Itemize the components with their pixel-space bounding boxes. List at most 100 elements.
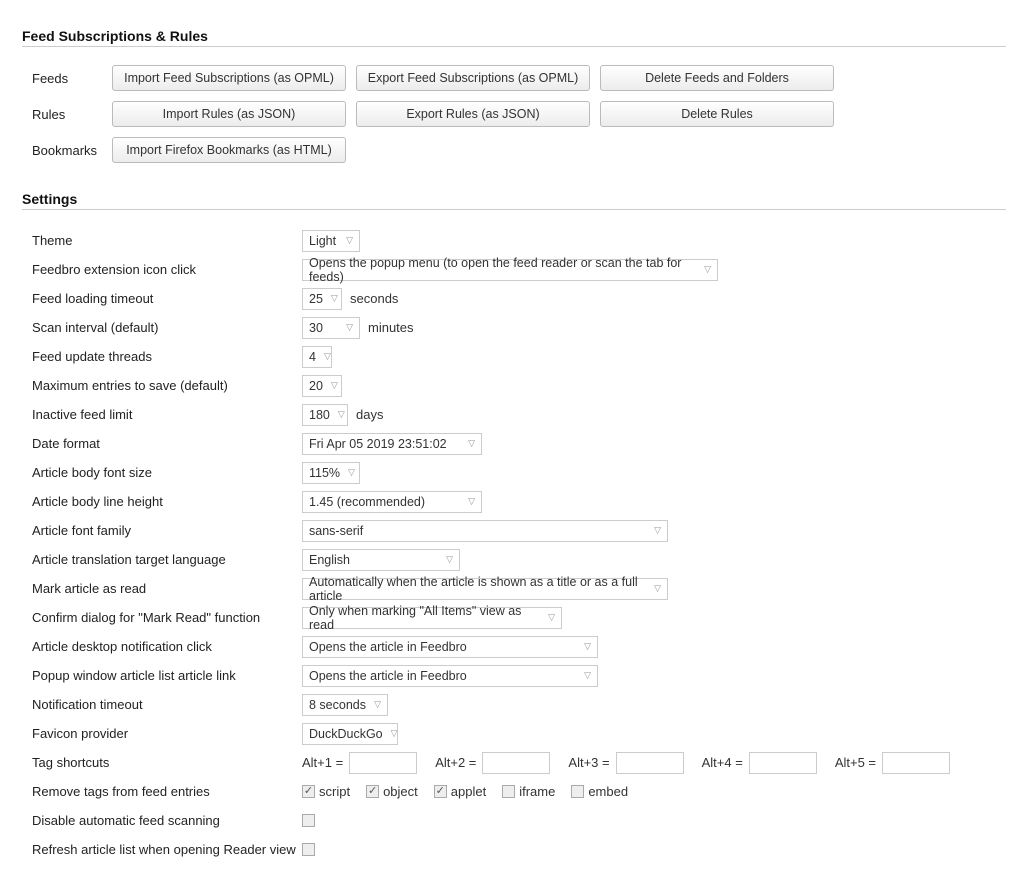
remove-tag-embed-checkbox[interactable] [571,785,584,798]
remove-tags-container: script object applet iframe embed [302,784,636,799]
tag-shortcut-input-4[interactable] [749,752,817,774]
chevron-down-icon: ▽ [331,294,338,303]
remove-tag-applet-checkbox[interactable] [434,785,447,798]
chevron-down-icon: ▽ [391,729,398,738]
font-family-select[interactable]: sans-serif▽ [302,520,668,542]
remove-tag-iframe-label: iframe [519,784,555,799]
remove-tag-object-label: object [383,784,418,799]
chevron-down-icon: ▽ [468,439,475,448]
tag-shortcuts-label: Tag shortcuts [22,755,302,770]
update-threads-label: Feed update threads [22,349,302,364]
chevron-down-icon: ▽ [654,526,661,535]
date-format-label: Date format [22,436,302,451]
tag-shortcut-input-2[interactable] [482,752,550,774]
settings-table: Theme Light▽ Feedbro extension icon clic… [22,226,1006,864]
scan-interval-unit: minutes [368,320,414,335]
tag-shortcuts-container: Alt+1 = Alt+2 = Alt+3 = Alt+4 = Alt+5 = [302,752,960,774]
date-format-select[interactable]: Fri Apr 05 2019 23:51:02▽ [302,433,482,455]
chevron-down-icon: ▽ [548,613,555,622]
tag-shortcut-prefix: Alt+1 = [302,755,343,770]
remove-tag-script-checkbox[interactable] [302,785,315,798]
disable-scan-label: Disable automatic feed scanning [22,813,302,828]
remove-tag-embed: embed [571,784,628,799]
mark-read-select[interactable]: Automatically when the article is shown … [302,578,668,600]
inactive-limit-label: Inactive feed limit [22,407,302,422]
remove-tag-object: object [366,784,418,799]
delete-rules-button[interactable]: Delete Rules [600,101,834,127]
desktop-notif-click-label: Article desktop notification click [22,639,302,654]
rules-label: Rules [22,107,112,122]
tag-shortcut-prefix: Alt+3 = [568,755,609,770]
font-family-label: Article font family [22,523,302,538]
desktop-notif-click-select[interactable]: Opens the article in Feedbro▽ [302,636,598,658]
chevron-down-icon: ▽ [468,497,475,506]
tag-shortcut-2: Alt+2 = [435,752,550,774]
chevron-down-icon: ▽ [704,265,711,274]
import-firefox-bookmarks-button[interactable]: Import Firefox Bookmarks (as HTML) [112,137,346,163]
body-font-size-select[interactable]: 115%▽ [302,462,360,484]
icon-click-select[interactable]: Opens the popup menu (to open the feed r… [302,259,718,281]
tag-shortcut-input-5[interactable] [882,752,950,774]
theme-label: Theme [22,233,302,248]
update-threads-select[interactable]: 4▽ [302,346,332,368]
chevron-down-icon: ▽ [654,584,661,593]
remove-tag-iframe-checkbox[interactable] [502,785,515,798]
tag-shortcut-prefix: Alt+4 = [702,755,743,770]
tag-shortcut-prefix: Alt+2 = [435,755,476,770]
load-timeout-unit: seconds [350,291,398,306]
theme-select[interactable]: Light▽ [302,230,360,252]
remove-tags-label: Remove tags from feed entries [22,784,302,799]
confirm-markread-select[interactable]: Only when marking "All Items" view as re… [302,607,562,629]
trans-lang-label: Article translation target language [22,552,302,567]
notif-timeout-label: Notification timeout [22,697,302,712]
popup-article-link-label: Popup window article list article link [22,668,302,683]
chevron-down-icon: ▽ [584,671,591,680]
max-entries-label: Maximum entries to save (default) [22,378,302,393]
export-rules-button[interactable]: Export Rules (as JSON) [356,101,590,127]
load-timeout-select[interactable]: 25▽ [302,288,342,310]
favicon-provider-label: Favicon provider [22,726,302,741]
icon-click-label: Feedbro extension icon click [22,262,302,277]
notif-timeout-select[interactable]: 8 seconds▽ [302,694,388,716]
chevron-down-icon: ▽ [446,555,453,564]
max-entries-select[interactable]: 20▽ [302,375,342,397]
tag-shortcut-prefix: Alt+5 = [835,755,876,770]
chevron-down-icon: ▽ [338,410,345,419]
delete-feeds-folders-button[interactable]: Delete Feeds and Folders [600,65,834,91]
remove-tag-applet-label: applet [451,784,486,799]
tag-shortcut-input-3[interactable] [616,752,684,774]
export-feed-subscriptions-button[interactable]: Export Feed Subscriptions (as OPML) [356,65,590,91]
chevron-down-icon: ▽ [346,236,353,245]
body-font-size-label: Article body font size [22,465,302,480]
tag-shortcut-input-1[interactable] [349,752,417,774]
remove-tag-applet: applet [434,784,486,799]
import-feed-subscriptions-button[interactable]: Import Feed Subscriptions (as OPML) [112,65,346,91]
refresh-on-open-checkbox[interactable] [302,843,315,856]
scan-interval-label: Scan interval (default) [22,320,302,335]
tag-shortcut-4: Alt+4 = [702,752,817,774]
section-title-settings: Settings [22,191,1006,210]
chevron-down-icon: ▽ [374,700,381,709]
remove-tag-embed-label: embed [588,784,628,799]
popup-article-link-select[interactable]: Opens the article in Feedbro▽ [302,665,598,687]
subscriptions-table: Feeds Import Feed Subscriptions (as OPML… [22,65,1006,163]
chevron-down-icon: ▽ [584,642,591,651]
favicon-provider-select[interactable]: DuckDuckGo▽ [302,723,398,745]
inactive-limit-select[interactable]: 180▽ [302,404,348,426]
tag-shortcut-1: Alt+1 = [302,752,417,774]
scan-interval-select[interactable]: 30▽ [302,317,360,339]
body-line-height-select[interactable]: 1.45 (recommended)▽ [302,491,482,513]
chevron-down-icon: ▽ [348,468,355,477]
remove-tag-iframe: iframe [502,784,555,799]
trans-lang-select[interactable]: English▽ [302,549,460,571]
remove-tag-object-checkbox[interactable] [366,785,379,798]
import-rules-button[interactable]: Import Rules (as JSON) [112,101,346,127]
chevron-down-icon: ▽ [331,381,338,390]
load-timeout-label: Feed loading timeout [22,291,302,306]
remove-tag-script: script [302,784,350,799]
body-line-height-label: Article body line height [22,494,302,509]
disable-scan-checkbox[interactable] [302,814,315,827]
remove-tag-script-label: script [319,784,350,799]
section-title-subscriptions: Feed Subscriptions & Rules [22,28,1006,47]
inactive-limit-unit: days [356,407,383,422]
